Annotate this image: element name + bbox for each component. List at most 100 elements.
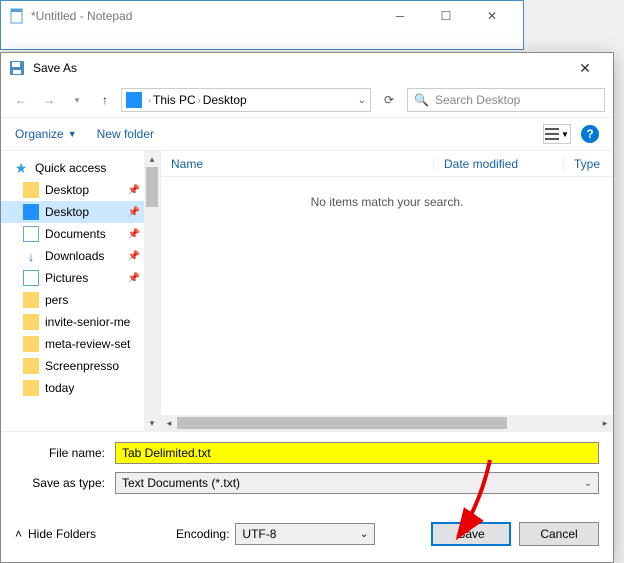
sidebar-item-screenpresso[interactable]: Screenpresso: [1, 355, 160, 377]
savetype-label: Save as type:: [15, 476, 115, 490]
sidebar-item-label: Desktop: [45, 205, 89, 219]
scroll-up-icon[interactable]: ▴: [144, 151, 160, 167]
bottom-bar: ˄ Hide Folders Encoding: UTF-8 ⌄ Save Ca…: [1, 512, 613, 556]
breadcrumb-root[interactable]: This PC: [153, 93, 196, 107]
pin-icon: 📌: [128, 229, 140, 240]
notepad-icon: [9, 8, 25, 24]
pin-icon: 📌: [128, 273, 140, 284]
chevron-right-icon: ›: [198, 95, 201, 105]
dialog-close-button[interactable]: ✕: [565, 54, 605, 82]
cancel-button[interactable]: Cancel: [519, 522, 599, 546]
search-icon: 🔍: [414, 93, 429, 107]
sidebar-item-label: invite-senior-me: [45, 315, 130, 329]
sidebar-item-pers[interactable]: pers: [1, 289, 160, 311]
scrollbar-thumb[interactable]: [177, 417, 507, 429]
recent-dropdown[interactable]: ▾: [65, 88, 89, 112]
pin-icon: 📌: [128, 207, 140, 218]
folder-icon: [23, 380, 39, 396]
sidebar-item-desktop[interactable]: Desktop 📌: [1, 179, 160, 201]
sidebar-item-invite-senior-me[interactable]: invite-senior-me: [1, 311, 160, 333]
sidebar-item-label: Desktop: [45, 183, 89, 197]
chevron-down-icon: ⌄: [584, 478, 592, 489]
view-mode-button[interactable]: ▼: [543, 124, 571, 144]
file-list: Name Date modified Type No items match y…: [161, 151, 613, 431]
sidebar-item-documents[interactable]: Documents 📌: [1, 223, 160, 245]
save-button[interactable]: Save: [431, 522, 511, 546]
hide-folders-button[interactable]: ˄ Hide Folders: [15, 527, 96, 541]
desktop-icon: [23, 204, 39, 220]
folder-icon: [23, 292, 39, 308]
sidebar-item-label: pers: [45, 293, 68, 307]
sidebar-item-downloads[interactable]: ↓ Downloads 📌: [1, 245, 160, 267]
nav-row: ← → ▾ ↑ › This PC › Desktop ⌄ ⟳ 🔍 Search…: [1, 83, 613, 117]
scroll-left-icon[interactable]: ◂: [161, 415, 177, 431]
chevron-right-icon: ›: [148, 95, 151, 105]
column-type[interactable]: Type: [563, 157, 613, 171]
notepad-titlebar[interactable]: *Untitled - Notepad ─ ☐ ✕: [1, 1, 523, 31]
sidebar: ★Quick accessDesktop📌Desktop📌Documents📌↓…: [1, 151, 161, 431]
new-folder-button[interactable]: New folder: [97, 127, 154, 141]
pin-icon: 📌: [128, 185, 140, 196]
breadcrumb-dropdown-icon[interactable]: ⌄: [358, 95, 366, 106]
dialog-title: Save As: [33, 61, 77, 75]
up-button[interactable]: ↑: [93, 88, 117, 112]
minimize-button[interactable]: ─: [377, 2, 423, 30]
savetype-combo[interactable]: Text Documents (*.txt) ⌄: [115, 472, 599, 494]
help-button[interactable]: ?: [581, 125, 599, 143]
sidebar-item-label: meta-review-set: [45, 337, 130, 351]
sidebar-item-today[interactable]: today: [1, 377, 160, 399]
organize-menu[interactable]: Organize ▼: [15, 127, 77, 141]
chevron-up-icon: ˄: [15, 527, 22, 541]
breadcrumb-leaf[interactable]: Desktop: [203, 93, 247, 107]
filename-label: File name:: [15, 446, 115, 460]
pictures-icon: [23, 270, 39, 286]
star-icon: ★: [13, 160, 29, 176]
forward-button: →: [37, 88, 61, 112]
folder-icon: [23, 182, 39, 198]
search-input[interactable]: 🔍 Search Desktop: [407, 88, 605, 112]
notepad-title: *Untitled - Notepad: [31, 9, 132, 23]
scroll-down-icon[interactable]: ▾: [144, 415, 160, 431]
notepad-window: *Untitled - Notepad ─ ☐ ✕: [0, 0, 524, 50]
chevron-down-icon: ▼: [561, 130, 569, 139]
close-button[interactable]: ✕: [469, 2, 515, 30]
list-view-icon: [545, 128, 559, 140]
refresh-button[interactable]: ⟳: [375, 88, 403, 112]
save-as-dialog: Save As ✕ ← → ▾ ↑ › This PC › Desktop ⌄ …: [0, 52, 614, 563]
toolbar: Organize ▼ New folder ▼ ?: [1, 117, 613, 151]
sidebar-item-label: Downloads: [45, 249, 104, 263]
encoding-label: Encoding:: [176, 527, 229, 541]
pc-icon: [126, 92, 142, 108]
column-headers: Name Date modified Type: [161, 151, 613, 177]
quick-access[interactable]: ★Quick access: [1, 157, 160, 179]
filename-input[interactable]: [115, 442, 599, 464]
pin-icon: 📌: [128, 251, 140, 262]
downloads-icon: ↓: [23, 248, 39, 264]
sidebar-item-pictures[interactable]: Pictures 📌: [1, 267, 160, 289]
scroll-right-icon[interactable]: ▸: [597, 415, 613, 431]
sidebar-item-meta-review-set[interactable]: meta-review-set: [1, 333, 160, 355]
folder-icon: [23, 336, 39, 352]
scrollbar-thumb[interactable]: [146, 167, 158, 207]
maximize-button[interactable]: ☐: [423, 2, 469, 30]
sidebar-scrollbar[interactable]: ▴ ▾: [144, 151, 160, 431]
sidebar-item-label: Pictures: [45, 271, 88, 285]
search-placeholder: Search Desktop: [435, 93, 520, 107]
breadcrumb[interactable]: › This PC › Desktop ⌄: [121, 88, 371, 112]
chevron-down-icon: ▼: [68, 129, 77, 139]
sidebar-item-label: Documents: [45, 227, 106, 241]
sidebar-item-label: Screenpresso: [45, 359, 119, 373]
folder-icon: [23, 358, 39, 374]
horizontal-scrollbar[interactable]: ◂ ▸: [161, 415, 613, 431]
encoding-combo[interactable]: UTF-8 ⌄: [235, 523, 375, 545]
back-button[interactable]: ←: [9, 88, 33, 112]
form-area: File name: Save as type: Text Documents …: [1, 431, 613, 512]
empty-message: No items match your search.: [161, 177, 613, 227]
dialog-titlebar[interactable]: Save As ✕: [1, 53, 613, 83]
documents-icon: [23, 226, 39, 242]
save-icon: [9, 60, 25, 76]
sidebar-item-label: today: [45, 381, 74, 395]
sidebar-item-desktop[interactable]: Desktop 📌: [1, 201, 160, 223]
column-date[interactable]: Date modified: [433, 157, 563, 171]
column-name[interactable]: Name: [161, 157, 433, 171]
